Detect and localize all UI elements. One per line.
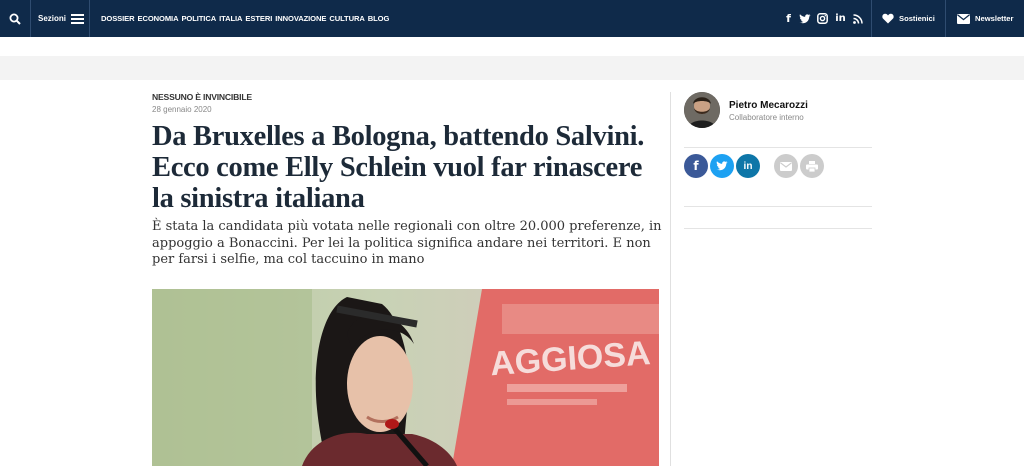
facebook-icon[interactable]: f <box>784 12 793 25</box>
share-linkedin-button[interactable]: in <box>736 154 760 178</box>
twitter-icon <box>716 161 728 171</box>
heart-icon <box>882 13 894 24</box>
facebook-icon: f <box>693 159 699 173</box>
main-nav: DOSSIER ECONOMIA POLITICA ITALIA ESTERI … <box>101 0 392 37</box>
sections-menu-button[interactable]: Sezioni <box>38 0 85 37</box>
article-date: 28 gennaio 2020 <box>152 105 212 114</box>
article-header: NESSUNO È INVINCIBILE 28 gennaio 2020 Da… <box>152 92 662 269</box>
article-photo: AGGIOSA <box>152 289 659 466</box>
top-navbar: Sezioni DOSSIER ECONOMIA POLITICA ITALIA… <box>0 0 1024 37</box>
article-title: Da Bruxelles a Bologna, battendo Salvini… <box>152 121 645 214</box>
twitter-icon[interactable] <box>799 13 811 24</box>
sections-label: Sezioni <box>38 14 67 23</box>
envelope-icon <box>957 13 970 24</box>
author-card[interactable]: Pietro Mecarozzi Collaboratore interno <box>684 92 884 132</box>
support-label: Sostienici <box>899 14 935 23</box>
nav-item-politica[interactable]: POLITICA <box>181 14 216 23</box>
instagram-icon[interactable] <box>817 13 828 24</box>
search-icon <box>9 13 21 25</box>
newsletter-label: Newsletter <box>975 14 1014 23</box>
share-email-button[interactable] <box>774 154 798 178</box>
rss-icon[interactable] <box>853 13 863 24</box>
divider <box>945 0 946 37</box>
social-links: f in <box>784 0 863 37</box>
nav-item-economia[interactable]: ECONOMIA <box>137 14 178 23</box>
article-summary: È stata la candidata più votata nelle re… <box>152 219 662 267</box>
author-name[interactable]: Pietro Mecarozzi <box>729 100 808 111</box>
linkedin-icon[interactable]: in <box>834 13 847 24</box>
search-button[interactable] <box>0 0 30 37</box>
nav-item-innovazione[interactable]: INNOVAZIONE <box>275 14 326 23</box>
share-buttons: f in <box>684 154 826 178</box>
envelope-icon <box>780 161 792 171</box>
divider <box>684 147 872 148</box>
divider <box>684 206 872 207</box>
nav-item-cultura[interactable]: CULTURA <box>329 14 365 23</box>
linkedin-icon: in <box>743 160 753 172</box>
share-facebook-button[interactable]: f <box>684 154 708 178</box>
printer-icon <box>806 160 818 172</box>
divider <box>30 0 31 37</box>
nav-item-esteri[interactable]: ESTERI <box>245 14 272 23</box>
share-twitter-button[interactable] <box>710 154 734 178</box>
divider <box>871 0 872 37</box>
article-kicker[interactable]: NESSUNO È INVINCIBILE <box>152 92 662 102</box>
hamburger-icon <box>71 13 85 24</box>
column-divider <box>670 92 671 466</box>
divider <box>89 0 90 37</box>
divider <box>684 228 872 229</box>
nav-item-blog[interactable]: BLOG <box>368 14 390 23</box>
author-role: Collaboratore interno <box>729 113 804 122</box>
newsletter-button[interactable]: Newsletter <box>957 0 1013 37</box>
support-button[interactable]: Sostienici <box>882 0 935 37</box>
nav-item-dossier[interactable]: DOSSIER <box>101 14 135 23</box>
print-button[interactable] <box>800 154 824 178</box>
banner-strip <box>0 56 1024 80</box>
nav-item-italia[interactable]: ITALIA <box>219 14 242 23</box>
avatar[interactable] <box>684 92 720 128</box>
